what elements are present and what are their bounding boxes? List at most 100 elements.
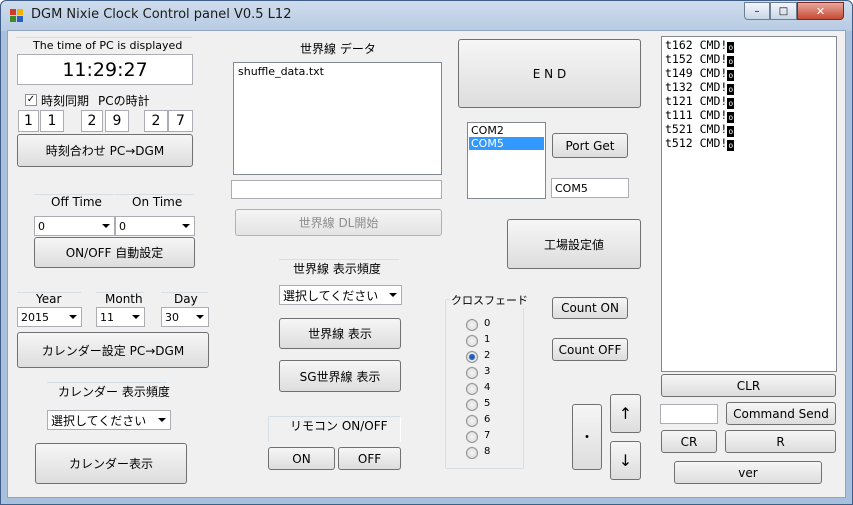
console-line-text: t512 CMD! (665, 136, 728, 150)
worldline-freq-select[interactable]: 選択してください (279, 285, 402, 305)
pc-digit-m1: 2 (81, 110, 103, 132)
calendar-set-button[interactable]: カレンダー設定 PC→DGM (17, 332, 209, 368)
crossfade-radio[interactable] (466, 415, 478, 427)
console-line: t152 CMD!o (665, 53, 833, 67)
dot-button[interactable]: ・ (572, 404, 602, 470)
console-cursor: o (727, 112, 735, 123)
remote-label: リモコン ON/OFF (290, 419, 388, 433)
console-cursor: o (727, 84, 735, 95)
off-time-select[interactable]: 0 (34, 216, 115, 236)
up-arrow-button[interactable]: ↑ (610, 394, 641, 433)
sync-checkbox[interactable]: ✓ (25, 94, 37, 106)
console-line-text: t132 CMD! (665, 80, 728, 94)
worldline-header: 世界線 データ (300, 42, 376, 56)
crossfade-radio-label: 7 (484, 430, 491, 441)
sg-worldline-show-button[interactable]: SG世界線 表示 (279, 360, 401, 392)
pc-digit-m2: 9 (105, 110, 129, 132)
minimize-button[interactable]: – (744, 2, 770, 20)
worldline-show-button[interactable]: 世界線 表示 (279, 318, 401, 349)
app-icon (10, 9, 24, 23)
console-cursor: o (727, 70, 735, 81)
port-current-field[interactable]: COM5 (551, 178, 629, 198)
year-value: 2015 (21, 310, 49, 324)
crossfade-radio[interactable] (466, 335, 478, 347)
sync-checkbox-label: 時刻同期 (41, 94, 90, 108)
r-button[interactable]: R (725, 430, 836, 453)
down-arrow-button[interactable]: ↓ (610, 441, 641, 480)
window-title: DGM Nixie Clock Control panel V0.5 L12 (31, 7, 292, 22)
onoff-auto-button[interactable]: ON/OFF 自動設定 (34, 237, 195, 268)
off-time-label: Off Time (51, 195, 102, 209)
crossfade-radio-label: 5 (484, 398, 491, 409)
console-line-text: t152 CMD! (665, 52, 728, 66)
maximize-button[interactable]: □ (770, 2, 797, 20)
year-label: Year (36, 292, 62, 306)
count-off-button[interactable]: Count OFF (552, 338, 628, 361)
port-item[interactable]: COM2 (469, 124, 544, 137)
pc-time-group (16, 37, 193, 38)
calendar-freq-select[interactable]: 選択してください (47, 410, 171, 430)
year-select[interactable]: 2015 (17, 307, 82, 327)
pc-time-header: The time of PC is displayed (33, 39, 183, 52)
port-list[interactable]: COM2 COM5 (467, 122, 546, 199)
month-select[interactable]: 11 (96, 307, 145, 327)
crossfade-radio[interactable] (466, 399, 478, 411)
on-time-select[interactable]: 0 (115, 216, 195, 236)
clear-button[interactable]: CLR (661, 374, 836, 397)
crossfade-radio[interactable] (466, 431, 478, 443)
off-time-value: 0 (38, 219, 45, 233)
console-cursor: o (727, 56, 735, 67)
client-area: The time of PC is displayed 11:29:27 ✓ 時… (7, 30, 846, 498)
chevron-down-icon (69, 315, 77, 319)
chevron-down-icon (158, 418, 166, 422)
close-button[interactable]: ✕ (797, 2, 844, 20)
console-line: t512 CMD!o (665, 137, 833, 151)
worldline-freq-value: 選択してください (283, 288, 379, 303)
pc-clock-label: PCの時計 (98, 94, 150, 108)
command-input[interactable] (660, 404, 718, 424)
crossfade-radio[interactable] (466, 319, 478, 331)
worldline-file-item[interactable]: shuffle_data.txt (238, 65, 437, 78)
end-button[interactable]: E N D (458, 39, 641, 108)
console-cursor: o (727, 140, 735, 151)
crossfade-radio-label: 6 (484, 414, 491, 425)
console-line: t162 CMD!o (665, 39, 833, 53)
calendar-show-button[interactable]: カレンダー表示 (35, 443, 187, 484)
pc-digit-s1: 2 (144, 110, 168, 132)
port-item-selected[interactable]: COM5 (469, 137, 544, 150)
count-on-button[interactable]: Count ON (552, 297, 628, 319)
title-bar[interactable]: DGM Nixie Clock Control panel V0.5 L12 –… (1, 1, 852, 31)
worldline-path-field[interactable] (231, 180, 442, 199)
remote-off-button[interactable]: OFF (338, 447, 401, 470)
worldline-dl-button[interactable]: 世界線 DL開始 (235, 209, 442, 236)
day-select[interactable]: 30 (161, 307, 209, 327)
remote-on-button[interactable]: ON (268, 447, 335, 470)
day-value: 30 (165, 310, 179, 324)
crossfade-radio[interactable] (466, 383, 478, 395)
crossfade-radio[interactable] (466, 351, 478, 363)
crossfade-radio-label: 2 (484, 350, 491, 361)
console-line-text: t162 CMD! (665, 38, 728, 52)
calendar-freq-value: 選択してください (51, 413, 147, 428)
pc-digit-s2: 7 (168, 110, 193, 132)
cr-button[interactable]: CR (661, 430, 717, 453)
worldline-freq-label: 世界線 表示頻度 (293, 262, 381, 276)
set-time-button[interactable]: 時刻合わせ PC→DGM (17, 134, 193, 167)
factory-reset-button[interactable]: 工場設定値 (507, 219, 641, 269)
crossfade-radio-label: 8 (484, 446, 491, 457)
month-label: Month (105, 292, 143, 306)
crossfade-radio[interactable] (466, 447, 478, 459)
port-get-button[interactable]: Port Get (552, 133, 628, 158)
crossfade-label: クロスフェード (450, 292, 529, 308)
console-output[interactable]: t162 CMD!o t152 CMD!o t149 CMD!o t132 CMD!o… (661, 36, 837, 372)
day-label: Day (174, 292, 198, 306)
ver-button[interactable]: ver (674, 461, 822, 484)
crossfade-radio-label: 1 (484, 334, 491, 345)
worldline-file-list[interactable]: shuffle_data.txt (233, 62, 442, 175)
crossfade-radio[interactable] (466, 367, 478, 379)
chevron-down-icon (102, 224, 110, 228)
crossfade-radio-label: 4 (484, 382, 491, 393)
command-send-button[interactable]: Command Send (726, 402, 836, 425)
console-line: t132 CMD!o (665, 81, 833, 95)
console-line-text: t121 CMD! (665, 94, 728, 108)
